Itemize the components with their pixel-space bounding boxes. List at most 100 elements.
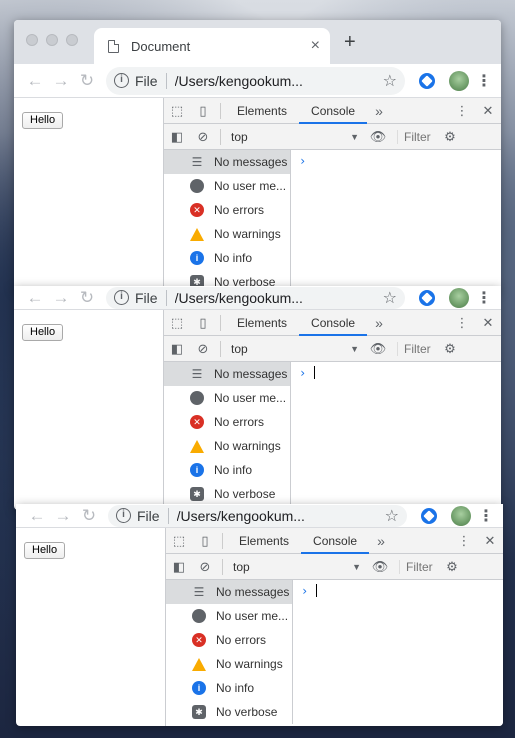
hello-button[interactable]: Hello: [22, 324, 64, 341]
device-toolbar-icon[interactable]: ▯: [190, 315, 216, 331]
clear-console-icon[interactable]: ⊘: [190, 129, 216, 145]
devtools-menu-icon[interactable]: ⋮: [449, 315, 475, 331]
inspect-element-icon[interactable]: ⬚: [164, 103, 190, 119]
site-info-icon[interactable]: i: [114, 290, 129, 305]
inspect-element-icon[interactable]: ⬚: [166, 533, 192, 549]
console-output[interactable]: ›: [291, 362, 501, 506]
hello-button[interactable]: Hello: [22, 112, 64, 129]
tab-elements[interactable]: Elements: [225, 98, 299, 124]
console-output[interactable]: ›: [293, 580, 503, 724]
profile-avatar[interactable]: [451, 505, 471, 526]
settings-gear-icon[interactable]: ⚙: [439, 559, 465, 575]
devtools-menu-icon[interactable]: ⋮: [449, 103, 475, 119]
reload-button[interactable]: ↻: [74, 71, 100, 91]
sidebar-item-messages[interactable]: ☰ No messages: [164, 150, 290, 174]
forward-button[interactable]: →: [48, 288, 74, 308]
browser-menu-icon[interactable]: ⋮: [477, 506, 495, 526]
sidebar-item-user-messages[interactable]: No user me...: [166, 604, 292, 628]
close-window-button[interactable]: [26, 34, 38, 46]
sidebar-item-info[interactable]: i No info: [164, 246, 290, 270]
sidebar-item-user-messages[interactable]: No user me...: [164, 386, 290, 410]
more-tabs-icon[interactable]: »: [367, 315, 391, 331]
back-button[interactable]: ←: [22, 71, 48, 91]
browser-menu-icon[interactable]: ⋮: [475, 71, 493, 91]
context-value: top: [233, 559, 250, 574]
bookmark-star-icon[interactable]: ☆: [383, 288, 397, 308]
sidebar-item-user-messages[interactable]: No user me...: [164, 174, 290, 198]
forward-button[interactable]: →: [50, 506, 76, 526]
filter-input[interactable]: Filter: [397, 129, 437, 144]
back-button[interactable]: ←: [24, 506, 50, 526]
site-info-icon[interactable]: i: [114, 73, 129, 88]
reload-button[interactable]: ↻: [76, 506, 102, 526]
filter-input[interactable]: Filter: [399, 559, 439, 574]
reload-button[interactable]: ↻: [74, 288, 100, 308]
console-output[interactable]: ›: [291, 150, 501, 291]
hello-button[interactable]: Hello: [24, 542, 66, 559]
close-tab-icon[interactable]: ×: [311, 37, 320, 55]
browser-menu-icon[interactable]: ⋮: [475, 288, 493, 308]
eye-icon[interactable]: 👁: [365, 341, 391, 357]
sidebar-item-errors[interactable]: ✕ No errors: [164, 410, 290, 434]
maximize-window-button[interactable]: [66, 34, 78, 46]
tab-console[interactable]: Console: [299, 98, 368, 124]
sidebar-item-warnings[interactable]: No warnings: [164, 222, 290, 246]
site-info-icon[interactable]: i: [116, 508, 131, 523]
filter-input[interactable]: Filter: [397, 341, 437, 356]
device-toolbar-icon[interactable]: ▯: [190, 103, 216, 119]
extension-icon[interactable]: [419, 289, 435, 306]
close-devtools-icon[interactable]: ✕: [475, 315, 501, 331]
tab-elements[interactable]: Elements: [227, 528, 301, 554]
profile-avatar[interactable]: [449, 70, 469, 91]
extension-icon[interactable]: [421, 507, 437, 524]
browser-tab-document[interactable]: Document ×: [94, 28, 330, 64]
address-bar[interactable]: i File /Users/kengookum... ☆: [108, 504, 407, 527]
sidebar-item-errors[interactable]: ✕ No errors: [166, 628, 292, 652]
tab-console[interactable]: Console: [301, 528, 370, 554]
eye-icon[interactable]: 👁: [365, 129, 391, 145]
console-sidebar: ☰ No messages No user me... ✕ No errors No…: [166, 580, 293, 724]
sidebar-item-messages[interactable]: ☰ No messages: [166, 580, 292, 604]
close-devtools-icon[interactable]: ✕: [477, 533, 503, 549]
sidebar-item-errors[interactable]: ✕ No errors: [164, 198, 290, 222]
tab-console[interactable]: Console: [299, 310, 368, 336]
profile-avatar[interactable]: [449, 287, 469, 308]
forward-button[interactable]: →: [48, 71, 74, 91]
settings-gear-icon[interactable]: ⚙: [437, 129, 463, 145]
sidebar-item-verbose[interactable]: ✱ No verbose: [166, 700, 292, 724]
sidebar-toggle-icon[interactable]: ◧: [164, 341, 190, 357]
address-bar[interactable]: i File /Users/kengookum... ☆: [106, 286, 405, 309]
divider: [220, 340, 221, 357]
settings-gear-icon[interactable]: ⚙: [437, 341, 463, 357]
clear-console-icon[interactable]: ⊘: [190, 341, 216, 357]
more-tabs-icon[interactable]: »: [369, 533, 393, 549]
bookmark-star-icon[interactable]: ☆: [383, 71, 397, 91]
extension-icon[interactable]: [419, 72, 435, 89]
sidebar-item-warnings[interactable]: No warnings: [166, 652, 292, 676]
context-selector[interactable]: top ▼: [225, 130, 365, 144]
context-selector[interactable]: top ▼: [227, 560, 367, 574]
new-tab-button[interactable]: +: [344, 32, 356, 52]
console-prompt-icon: ›: [301, 584, 309, 598]
tab-elements[interactable]: Elements: [225, 310, 299, 336]
device-toolbar-icon[interactable]: ▯: [192, 533, 218, 549]
sidebar-item-info[interactable]: i No info: [164, 458, 290, 482]
more-tabs-icon[interactable]: »: [367, 103, 391, 119]
context-selector[interactable]: top ▼: [225, 342, 365, 356]
back-button[interactable]: ←: [22, 288, 48, 308]
minimize-window-button[interactable]: [46, 34, 58, 46]
devtools-panel: ⬚ ▯ Elements Console » ⋮ ✕ ◧ ⊘ top ▼ 👁 F: [164, 310, 501, 510]
address-bar[interactable]: i File /Users/kengookum... ☆: [106, 66, 405, 95]
sidebar-item-messages[interactable]: ☰ No messages: [164, 362, 290, 386]
sidebar-toggle-icon[interactable]: ◧: [164, 129, 190, 145]
clear-console-icon[interactable]: ⊘: [192, 559, 218, 575]
sidebar-toggle-icon[interactable]: ◧: [166, 559, 192, 575]
sidebar-item-info[interactable]: i No info: [166, 676, 292, 700]
sidebar-item-warnings[interactable]: No warnings: [164, 434, 290, 458]
bookmark-star-icon[interactable]: ☆: [385, 506, 399, 526]
eye-icon[interactable]: 👁: [367, 559, 393, 575]
devtools-menu-icon[interactable]: ⋮: [451, 533, 477, 549]
inspect-element-icon[interactable]: ⬚: [164, 315, 190, 331]
sidebar-item-verbose[interactable]: ✱ No verbose: [164, 482, 290, 506]
close-devtools-icon[interactable]: ✕: [475, 103, 501, 119]
